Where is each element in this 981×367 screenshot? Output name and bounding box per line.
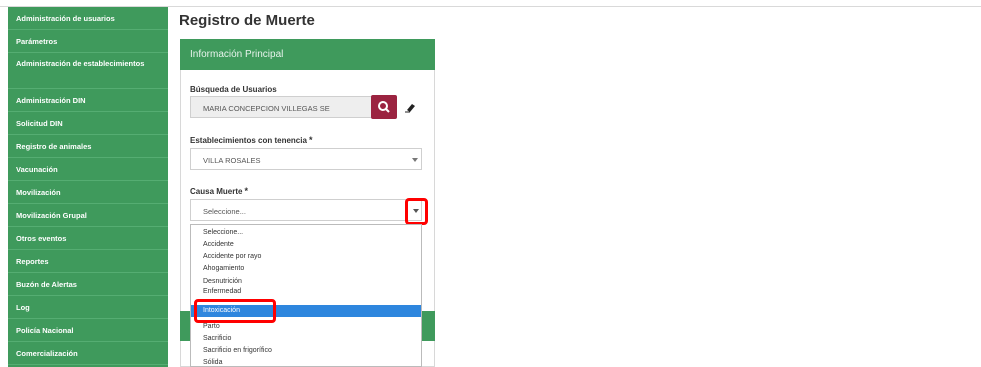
option-sacrifice[interactable]: Sacrificio [191, 334, 421, 343]
panel-title: Información Principal [180, 39, 435, 70]
required-mark: * [244, 186, 248, 196]
cause-label: Causa Muerte * [190, 186, 248, 196]
required-mark: * [308, 135, 313, 145]
sidebar-item-user-admin[interactable]: Administración de usuarios [8, 7, 168, 30]
chevron-down-icon [412, 158, 418, 162]
sidebar-item-din-request[interactable]: Solicitud DIN [8, 112, 168, 135]
sidebar-item-vaccination[interactable]: Vacunación [8, 158, 168, 181]
option-lightning[interactable]: Accidente por rayo [191, 252, 421, 261]
option-drowning[interactable]: Ahogamiento [191, 264, 421, 273]
user-search-label: Búsqueda de Usuarios [190, 85, 277, 94]
sidebar-item-log[interactable]: Log [8, 296, 168, 319]
sidebar-item-other-events[interactable]: Otros eventos [8, 227, 168, 250]
establishment-label-text: Establecimientos con tenencia [190, 136, 307, 145]
page-title: Registro de Muerte [179, 12, 315, 29]
sidebar-item-establishments-admin[interactable]: Administración de establecimientos [8, 53, 168, 89]
establishment-select[interactable]: VILLA ROSALES [190, 148, 422, 170]
sidebar-item-din-admin[interactable]: Administración DIN [8, 89, 168, 112]
establishment-label: Establecimientos con tenencia * [190, 135, 312, 145]
search-button[interactable] [371, 95, 397, 119]
sidebar-item-alerts[interactable]: Buzón de Alertas [8, 273, 168, 296]
sidebar-item-parameters[interactable]: Parámetros [8, 30, 168, 53]
sidebar-item-reports[interactable]: Reportes [8, 250, 168, 273]
sidebar-item-animal-registry[interactable]: Registro de animales [8, 135, 168, 158]
option-malnutrition[interactable]: Desnutrición [191, 277, 421, 286]
option-birth[interactable]: Parto [191, 322, 421, 331]
cause-label-text: Causa Muerte [190, 187, 243, 196]
cause-options-list: Seleccione... Accidente Accidente por ra… [190, 224, 422, 367]
option-disease[interactable]: Enfermedad [191, 287, 421, 296]
sidebar-item-mobilization[interactable]: Movilización [8, 181, 168, 204]
search-icon [378, 101, 390, 113]
option-slaughterhouse[interactable]: Sacrificio en frigorífico [191, 346, 421, 355]
sidebar-item-national-police[interactable]: Policía Nacional [8, 319, 168, 342]
user-search-input[interactable]: MARIA CONCEPCION VILLEGAS SE [190, 96, 372, 118]
sidebar: Administración de usuarios Parámetros Ad… [8, 7, 168, 367]
clear-button[interactable] [404, 100, 416, 113]
sidebar-item-group-mobilization[interactable]: Movilización Grupal [8, 204, 168, 227]
highlight-dropdown-arrow [405, 198, 428, 225]
sidebar-item-commercialization[interactable]: Comercialización [8, 342, 168, 365]
cause-select[interactable]: Seleccione... [190, 199, 422, 221]
option-accident[interactable]: Accidente [191, 240, 421, 249]
eraser-icon [405, 104, 415, 113]
option-select[interactable]: Seleccione... [191, 228, 421, 237]
highlight-selected-option [194, 299, 276, 323]
option-solid[interactable]: Sólida [191, 358, 421, 367]
